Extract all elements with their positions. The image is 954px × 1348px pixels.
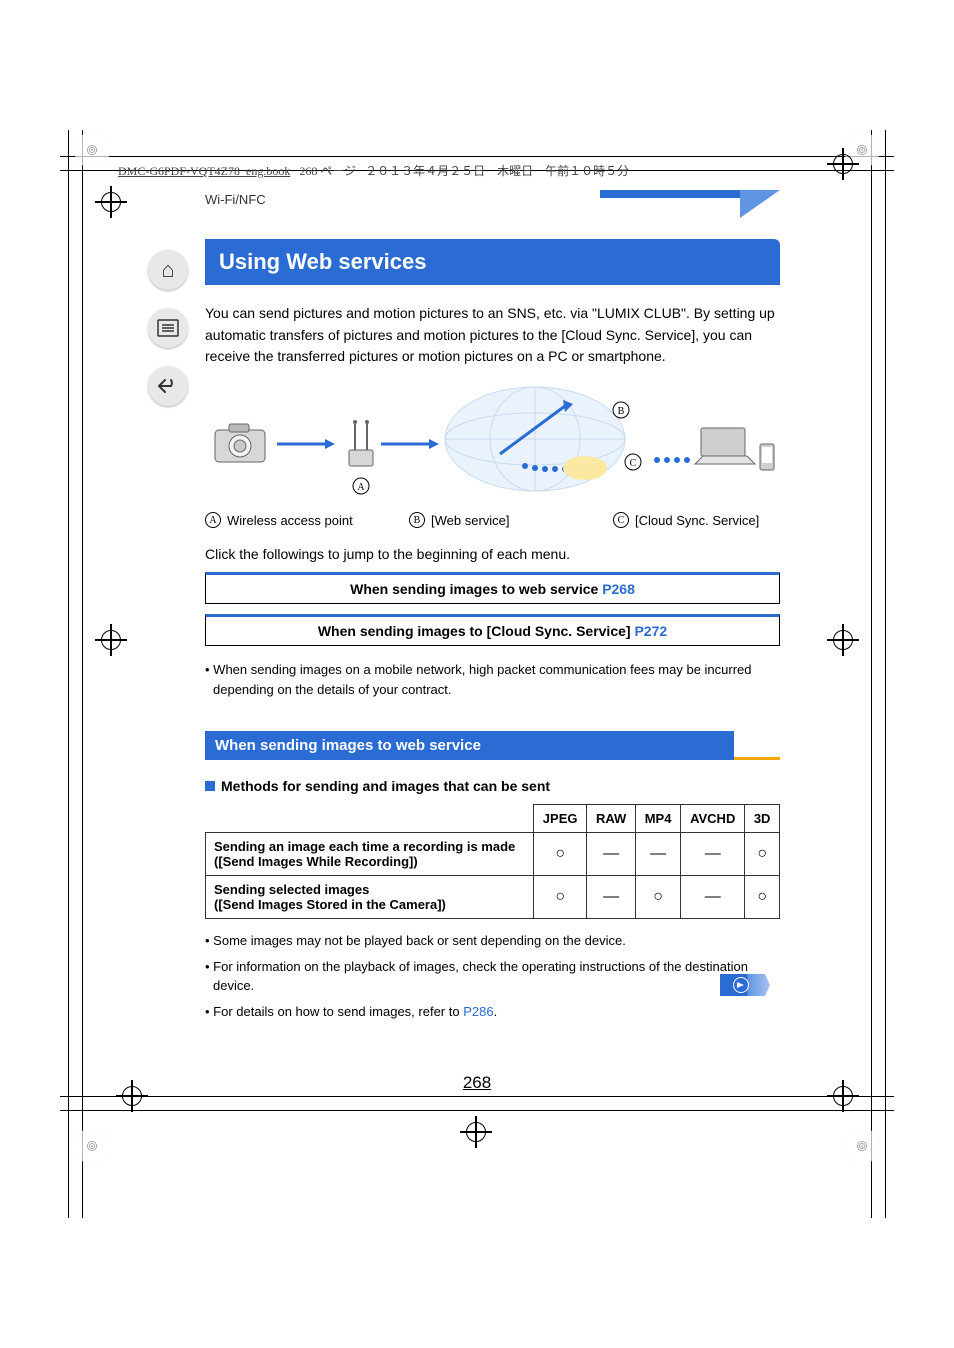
jump-link-web-service[interactable]: When sending images to web service P268	[205, 572, 780, 604]
jump-link-cloud-sync[interactable]: When sending images to [Cloud Sync. Serv…	[205, 614, 780, 646]
network-diagram: B C A	[205, 384, 780, 504]
svg-text:A: A	[357, 482, 365, 493]
contents-icon[interactable]	[148, 308, 188, 348]
jump-link-text: When sending images to [Cloud Sync. Serv…	[318, 623, 631, 639]
cell: —	[636, 833, 681, 876]
table-header: MP4	[636, 805, 681, 833]
row-label: Sending selected images ([Send Images St…	[206, 876, 534, 919]
table-row: Sending an image each time a recording i…	[206, 833, 780, 876]
crosshair-mark	[95, 624, 127, 656]
label-b-letter: B	[409, 512, 425, 528]
note-item: For details on how to send images, refer…	[205, 1002, 780, 1022]
crosshair-mark	[460, 1116, 492, 1148]
continue-arrow-icon[interactable]	[720, 974, 770, 996]
registration-mark	[74, 132, 110, 168]
intro-text: You can send pictures and motion picture…	[205, 303, 780, 368]
jump-link-page: P272	[634, 623, 667, 639]
diagram-labels: A Wireless access point B [Web service] …	[205, 512, 780, 528]
back-icon[interactable]	[148, 366, 188, 406]
cell: —	[681, 876, 745, 919]
label-a-letter: A	[205, 512, 221, 528]
table-row: Sending selected images ([Send Images St…	[206, 876, 780, 919]
note-suffix: .	[494, 1004, 498, 1019]
header-date: ２０１３年４月２５日 木曜日 午前１０時５分	[365, 164, 629, 178]
table-header: RAW	[587, 805, 636, 833]
formats-table: JPEG RAW MP4 AVCHD 3D Sending an image e…	[205, 804, 780, 919]
label-c-text: [Cloud Sync. Service]	[635, 513, 759, 528]
cell: ○	[745, 876, 780, 919]
jump-link-page: P268	[602, 581, 635, 597]
cell: —	[681, 833, 745, 876]
svg-text:C: C	[630, 458, 637, 469]
note-item: For information on the playback of image…	[205, 957, 780, 996]
note-mobile-network: When sending images on a mobile network,…	[205, 660, 780, 699]
cell: ○	[745, 833, 780, 876]
square-bullet-icon	[205, 781, 215, 791]
notes-block: Some images may not be played back or se…	[205, 931, 780, 1021]
subheading-web-service: When sending images to web service	[205, 731, 734, 760]
label-a-text: Wireless access point	[227, 513, 353, 528]
cell: —	[587, 833, 636, 876]
cell: ○	[534, 876, 587, 919]
svg-text:B: B	[618, 406, 625, 417]
table-header: AVCHD	[681, 805, 745, 833]
click-instruction: Click the followings to jump to the begi…	[205, 546, 780, 562]
page-corner-fold	[600, 190, 780, 222]
crosshair-mark	[827, 624, 859, 656]
print-header-strip: DMC-G6PDF-VQT4Z78_eng.book 268 ページ ２０１３年…	[118, 162, 836, 179]
label-b-text: [Web service]	[431, 513, 510, 528]
note-prefix: For details on how to send images, refer…	[213, 1004, 463, 1019]
home-icon[interactable]: ⌂	[148, 250, 188, 290]
header-page-word: 268 ページ	[299, 164, 356, 178]
note-link-page[interactable]: P286	[463, 1004, 493, 1019]
note-item: Some images may not be played back or se…	[205, 931, 780, 951]
table-header: 3D	[745, 805, 780, 833]
page-content: Wi-Fi/NFC Using Web services You can sen…	[205, 192, 780, 1021]
cell: ○	[636, 876, 681, 919]
row-label: Sending an image each time a recording i…	[206, 833, 534, 876]
sidebar-icons: ⌂	[148, 250, 188, 406]
label-c-letter: C	[613, 512, 629, 528]
registration-mark	[844, 1128, 880, 1164]
cell: —	[587, 876, 636, 919]
jump-link-text: When sending images to web service	[350, 581, 598, 597]
methods-heading: Methods for sending and images that can …	[205, 778, 780, 794]
crosshair-mark	[95, 186, 127, 218]
cell: ○	[534, 833, 587, 876]
registration-mark	[74, 1128, 110, 1164]
page-number: 268	[0, 1073, 954, 1093]
header-filename: DMC-G6PDF-VQT4Z78_eng.book	[118, 164, 290, 178]
table-header: JPEG	[534, 805, 587, 833]
page-title: Using Web services	[205, 239, 780, 285]
